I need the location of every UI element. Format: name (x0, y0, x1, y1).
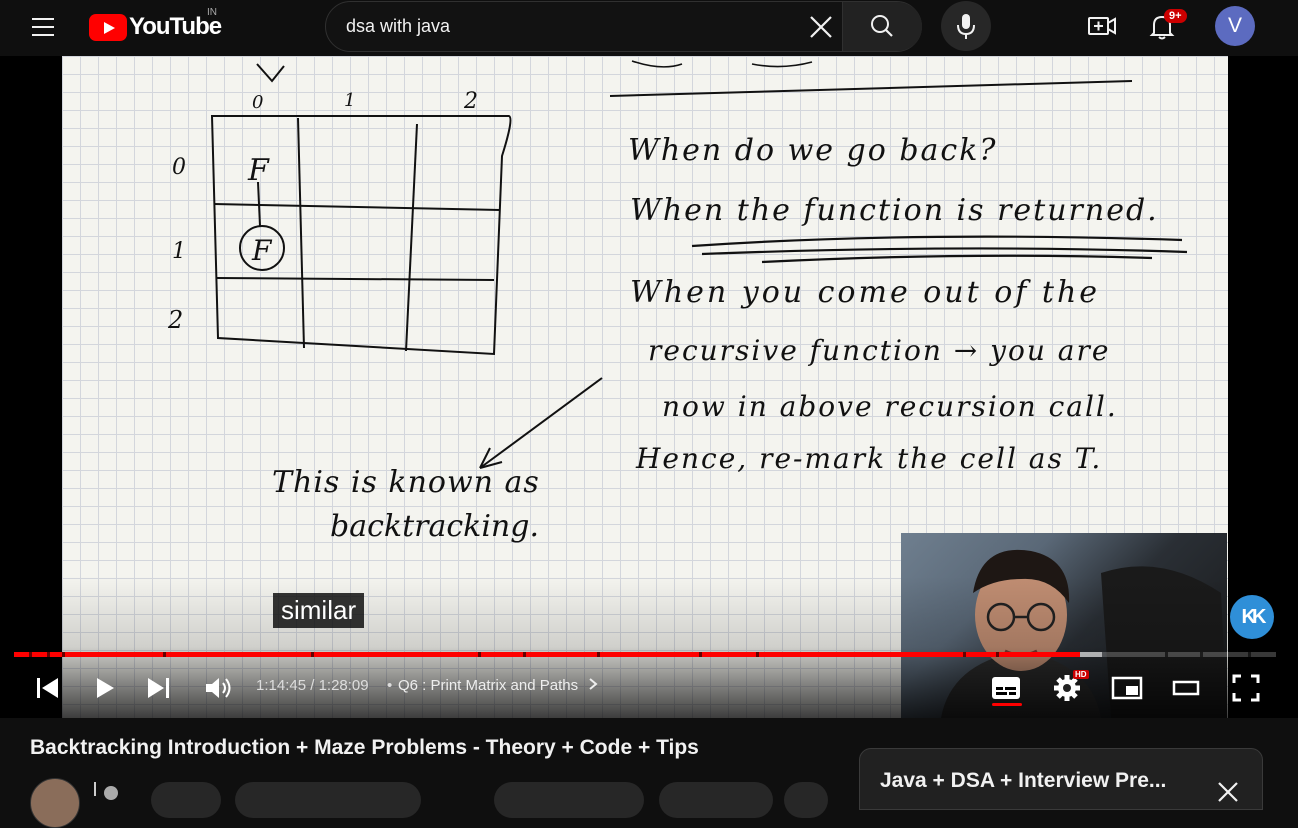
time-total: 1:28:09 (318, 677, 369, 694)
note-line: backtracking. (330, 509, 539, 544)
create-button[interactable] (1084, 8, 1120, 44)
note-line: When you come out of the (630, 275, 1100, 310)
channel-name[interactable] (94, 782, 102, 796)
search-input[interactable] (346, 2, 816, 51)
grid-row-label: 0 (172, 155, 186, 180)
time-display: 1:14:45 / 1:28:09 (256, 677, 369, 694)
overlay-badge[interactable]: KK (1230, 595, 1274, 639)
theater-mode-icon[interactable] (1166, 668, 1206, 708)
chapter-marker (46, 652, 50, 657)
chapter-marker (61, 652, 65, 657)
note-line: now in above recursion call. (662, 390, 1118, 423)
grid-row-label: 2 (167, 306, 183, 334)
video-player[interactable]: 0 1 2 0 1 2 F F When do we go back? When… (0, 56, 1298, 718)
share-button[interactable] (494, 782, 644, 818)
verified-icon (104, 786, 118, 800)
progress-buffered (1079, 652, 1102, 657)
video-camera-plus-icon (1088, 17, 1116, 35)
search-box (325, 1, 922, 52)
save-button[interactable] (659, 782, 773, 818)
chapter-separator: • (387, 677, 393, 694)
grid-row-label: 1 (172, 239, 186, 264)
grid-col-label: 1 (344, 90, 355, 111)
chapter-marker (162, 652, 166, 657)
playlist-panel: Java + DSA + Interview Pre... (859, 748, 1263, 810)
chapter-marker (310, 652, 314, 657)
subscribe-button[interactable] (151, 782, 221, 818)
subtitles-active-indicator (992, 703, 1022, 706)
close-icon[interactable] (804, 10, 838, 44)
play-icon[interactable] (84, 668, 124, 708)
menu-icon[interactable] (28, 12, 60, 42)
hd-badge: HD (1073, 670, 1089, 679)
like-dislike-button[interactable] (235, 782, 421, 818)
fullscreen-icon[interactable] (1226, 668, 1266, 708)
skip-previous-icon[interactable] (27, 668, 67, 708)
grid-mark: F (251, 234, 273, 267)
volume-icon[interactable] (198, 668, 238, 708)
chapter-marker (699, 652, 703, 657)
progress-bar[interactable] (14, 652, 1276, 657)
notification-badge: 9+ (1164, 9, 1187, 23)
channel-avatar[interactable] (30, 778, 80, 828)
youtube-logo[interactable]: YouTube IN (89, 7, 222, 42)
chapter-marker (29, 652, 33, 657)
note-line: This is known as (272, 465, 540, 500)
microphone-icon (957, 14, 975, 39)
chevron-right-icon (589, 678, 598, 690)
note-line: recursive function → you are (648, 334, 1110, 367)
subtitle-caption: similar (273, 593, 365, 628)
more-actions-button[interactable] (784, 782, 828, 818)
grid-col-label: 0 (252, 92, 263, 113)
progress-played (14, 652, 1080, 657)
time-separator: / (310, 677, 315, 694)
close-icon[interactable] (1213, 777, 1243, 807)
country-code: IN (207, 7, 217, 18)
chapter-marker (478, 652, 482, 657)
voice-search-button[interactable] (941, 1, 991, 51)
playlist-title[interactable]: Java + DSA + Interview Pre... (880, 769, 1166, 793)
time-current: 1:14:45 (256, 677, 307, 694)
masthead: YouTube IN 9+ (0, 0, 1298, 96)
skip-next-icon[interactable] (139, 668, 179, 708)
note-line: Hence, re-mark the cell as T. (635, 442, 1102, 475)
note-line: When do we go back? (628, 133, 998, 168)
note-line: When the function is returned. (630, 193, 1159, 228)
chapter-marker (597, 652, 601, 657)
chapter-marker (963, 652, 967, 657)
subtitles-icon[interactable] (986, 668, 1026, 708)
youtube-play-icon (89, 13, 127, 41)
search-button[interactable] (842, 2, 922, 51)
chapter-marker (522, 652, 526, 657)
chapter-marker (1248, 652, 1252, 657)
chapter-title: Q6 : Print Matrix and Paths (398, 677, 579, 694)
account-avatar[interactable]: V (1215, 6, 1255, 46)
chapter-button[interactable]: Q6 : Print Matrix and Paths (398, 677, 600, 694)
grid-col-label: 2 (463, 89, 478, 114)
chapter-marker (995, 652, 999, 657)
video-title: Backtracking Introduction + Maze Problem… (30, 736, 699, 759)
chapter-marker (1164, 652, 1168, 657)
search-icon (871, 15, 893, 37)
miniplayer-icon[interactable] (1107, 668, 1147, 708)
chapter-marker (1200, 652, 1204, 657)
player-controls: 1:14:45 / 1:28:09 • Q6 : Print Matrix an… (0, 668, 1298, 714)
chapter-marker (756, 652, 760, 657)
